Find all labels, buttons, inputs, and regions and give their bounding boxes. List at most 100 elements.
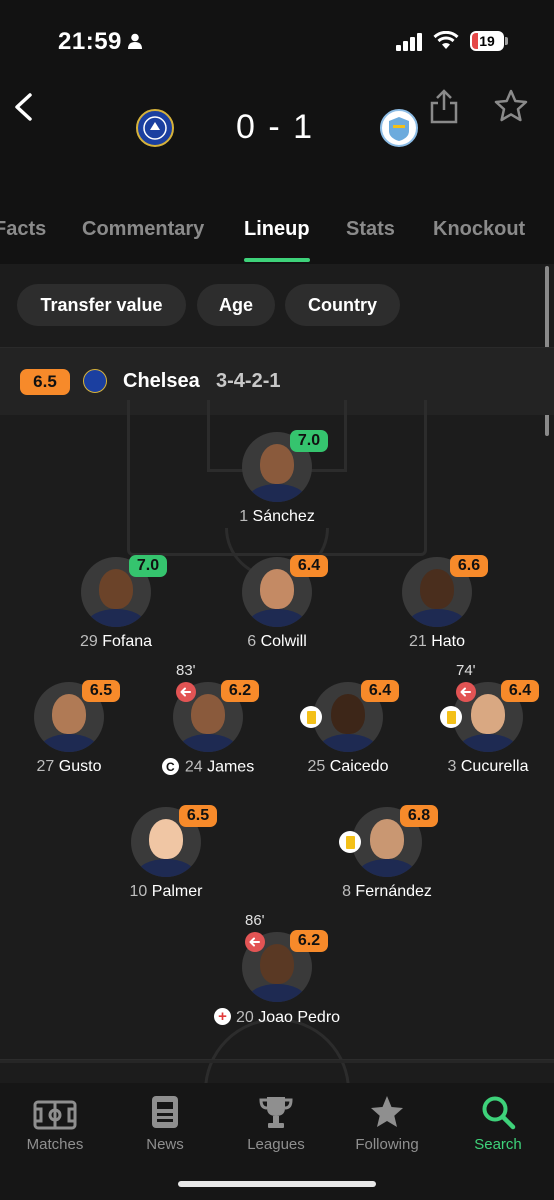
player-number: 24: [184, 758, 203, 776]
filter-transfer-value[interactable]: Transfer value: [17, 284, 186, 326]
player-rating: 6.5: [179, 805, 217, 827]
tab-commentary[interactable]: Commentary: [82, 218, 204, 241]
substitution-minute: 83': [176, 662, 196, 679]
player-surname: Hato: [431, 633, 466, 650]
home-indicator: [178, 1181, 376, 1187]
player-name: 21 Hato: [362, 633, 512, 651]
player-name: 29 Fofana: [41, 633, 191, 651]
home-team-crest[interactable]: [136, 109, 174, 147]
player-surname: Gusto: [58, 758, 102, 775]
player-number: 20: [235, 1009, 254, 1026]
yellow-card-icon: [339, 831, 361, 853]
player-surname: Caicedo: [329, 758, 389, 775]
filter-country[interactable]: Country: [285, 284, 400, 326]
player-name: 1 Sánchez: [202, 508, 352, 526]
player-number: 27: [36, 758, 55, 775]
trophy-icon: [259, 1097, 293, 1128]
nav-following-label: Following: [355, 1136, 419, 1153]
star-icon[interactable]: [493, 88, 529, 124]
player-rating: 6.4: [290, 555, 328, 577]
nav-following[interactable]: Following: [337, 1090, 437, 1153]
battery-level: 19: [479, 33, 495, 49]
player-29[interactable]: 7.0 29 Fofana: [41, 555, 191, 657]
match-score: 0 - 1: [235, 108, 315, 146]
player-name: +20 Joao Pedro: [202, 1008, 352, 1027]
nav-search[interactable]: Search: [448, 1090, 548, 1153]
team-crest: [83, 369, 107, 393]
player-number: 29: [79, 633, 98, 650]
player-rating: 6.2: [290, 930, 328, 952]
player-number: 10: [129, 883, 148, 900]
status-time: 21:59: [58, 28, 122, 55]
player-surname: Palmer: [151, 883, 203, 900]
player-number: 21: [408, 633, 427, 650]
player-number: 25: [307, 758, 326, 775]
substitution-out-icon: [245, 932, 265, 952]
news-icon: [152, 1096, 178, 1128]
player-rating: 6.6: [450, 555, 488, 577]
nav-matches-label: Matches: [26, 1136, 84, 1153]
nav-search-label: Search: [474, 1136, 522, 1153]
wifi-icon: [433, 31, 459, 49]
player-surname: James: [207, 758, 255, 776]
player-20[interactable]: 6.2 86' +20 Joao Pedro: [202, 912, 352, 1032]
player-surname: Colwill: [260, 633, 307, 650]
tab-facts[interactable]: Facts: [0, 218, 46, 241]
player-6[interactable]: 6.4 6 Colwill: [202, 555, 352, 657]
tab-stats[interactable]: Stats: [346, 218, 395, 241]
nav-news[interactable]: News: [115, 1090, 215, 1153]
player-name: 8 Fernández: [312, 883, 462, 901]
player-number: 1: [239, 508, 249, 525]
nav-leagues-label: Leagues: [247, 1136, 305, 1153]
player-number: 3: [447, 758, 457, 775]
substitution-minute: 74': [456, 662, 476, 679]
injury-icon: +: [213, 1008, 231, 1025]
player-21[interactable]: 6.6 21 Hato: [362, 555, 512, 657]
player-surname: Cucurella: [460, 758, 529, 775]
player-surname: Fofana: [102, 633, 153, 650]
team-rating: 6.5: [20, 369, 70, 395]
player-rating: 6.8: [400, 805, 438, 827]
player-rating: 7.0: [290, 430, 328, 452]
tab-lineup[interactable]: Lineup: [244, 218, 310, 241]
nav-news-label: News: [146, 1136, 184, 1153]
nav-leagues[interactable]: Leagues: [226, 1090, 326, 1153]
player-name: 25 Caicedo: [273, 758, 423, 776]
player-name: 6 Colwill: [202, 633, 352, 651]
player-24[interactable]: 6.2 83' C 24 James: [133, 662, 283, 782]
player-27[interactable]: 6.5 27 Gusto: [0, 680, 144, 782]
player-10[interactable]: 6.5 10 Palmer: [91, 805, 241, 907]
tab-knockout[interactable]: Knockout: [433, 218, 525, 241]
player-rating: 6.4: [361, 680, 399, 702]
player-25[interactable]: 6.4 25 Caicedo: [273, 680, 423, 782]
player-name: C 24 James: [133, 758, 283, 777]
player-rating: 7.0: [129, 555, 167, 577]
star-filled-icon: [371, 1096, 403, 1127]
player-8[interactable]: 6.8 8 Fernández: [312, 805, 462, 907]
player-surname: Joao Pedro: [258, 1009, 341, 1026]
battery-indicator: 19: [470, 31, 504, 51]
filter-age[interactable]: Age: [197, 284, 275, 326]
player-rating: 6.5: [82, 680, 120, 702]
captain-icon: C: [161, 758, 179, 775]
person-icon: [128, 33, 142, 49]
active-tab-indicator: [244, 258, 310, 262]
substitution-minute: 86': [245, 912, 265, 929]
share-icon[interactable]: [428, 88, 460, 124]
substitution-out-icon: [456, 682, 476, 702]
nav-matches[interactable]: Matches: [5, 1090, 105, 1153]
search-icon: [482, 1096, 516, 1130]
player-name: 27 Gusto: [0, 758, 144, 776]
team-formation: 3-4-2-1: [216, 370, 281, 392]
player-1[interactable]: 7.0 1 Sánchez: [202, 430, 352, 532]
player-number: 8: [342, 883, 351, 900]
yellow-card-icon: [440, 706, 462, 728]
player-3[interactable]: 6.4 74' 3 Cucurella: [413, 662, 554, 782]
signal-icon: [396, 33, 422, 51]
team-name: Chelsea: [123, 370, 200, 392]
substitution-out-icon: [176, 682, 196, 702]
back-icon[interactable]: [10, 92, 36, 122]
pitch-icon: [33, 1100, 77, 1130]
away-team-crest[interactable]: [380, 109, 418, 147]
player-name: 10 Palmer: [91, 883, 241, 901]
